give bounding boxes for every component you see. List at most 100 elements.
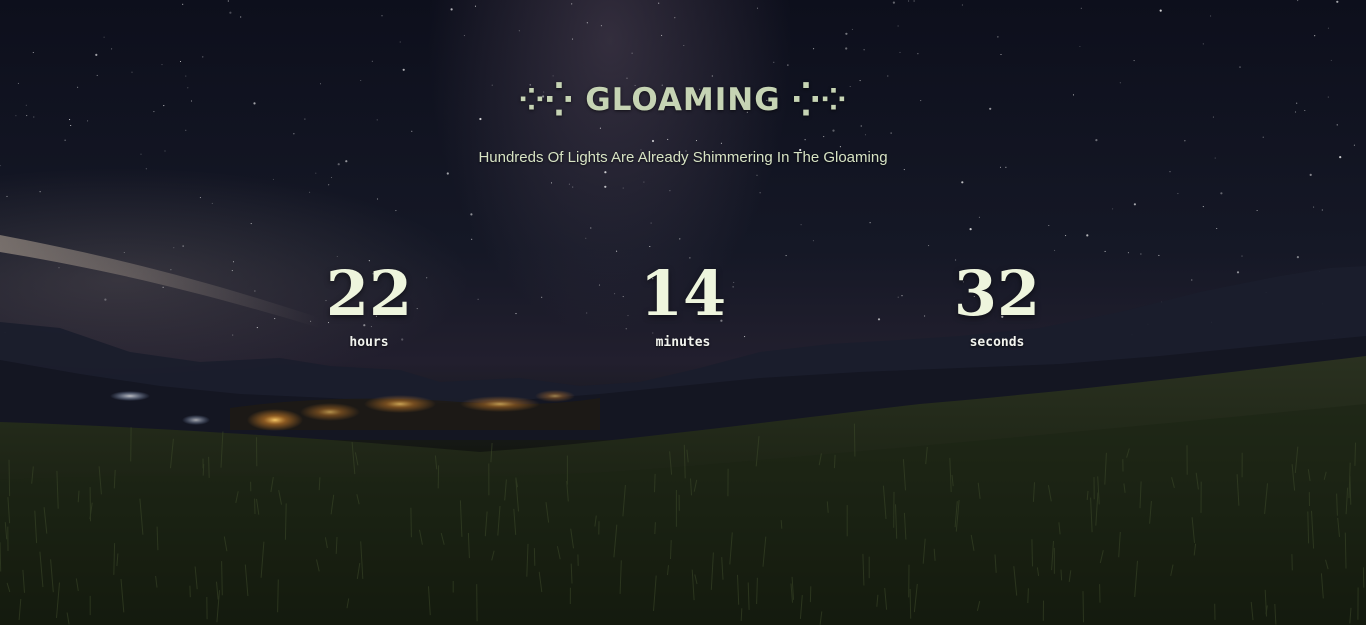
star	[250, 223, 252, 225]
star	[599, 127, 601, 129]
grass-blade	[909, 588, 912, 619]
star	[572, 186, 574, 188]
star	[800, 224, 802, 226]
star	[104, 298, 107, 301]
star	[381, 15, 383, 17]
star	[1048, 224, 1050, 227]
star	[669, 190, 671, 192]
star	[759, 192, 761, 194]
star	[892, 1, 896, 4]
star	[571, 38, 574, 40]
hours-value: 22	[325, 257, 413, 330]
star	[908, 0, 910, 2]
star	[446, 172, 449, 175]
star	[1159, 9, 1162, 12]
star	[1177, 193, 1179, 195]
grass-blade	[740, 608, 743, 621]
star	[1313, 206, 1315, 208]
star	[600, 25, 602, 27]
star	[1239, 66, 1241, 68]
star	[256, 327, 258, 329]
star	[1220, 192, 1223, 195]
town-light	[460, 396, 540, 412]
star	[969, 228, 972, 231]
star	[58, 267, 60, 269]
star	[479, 117, 482, 121]
star	[860, 125, 862, 127]
star	[182, 3, 184, 5]
star	[839, 146, 841, 148]
star	[69, 119, 71, 121]
star	[1336, 0, 1339, 3]
star	[674, 17, 676, 19]
grass-blade	[1082, 591, 1084, 623]
star	[961, 4, 963, 6]
night-sky-background: ⁘⁛ GLOAMING ⁛⁘ Hundreds Of Lights Are Al…	[0, 0, 1366, 625]
grass-blade	[833, 454, 836, 469]
star	[1095, 139, 1098, 142]
star	[631, 52, 633, 54]
town-light	[247, 409, 303, 431]
town-light	[300, 403, 360, 421]
star	[470, 213, 473, 216]
star	[679, 238, 681, 240]
star	[309, 191, 311, 193]
star	[1104, 250, 1106, 252]
star	[864, 134, 867, 136]
seconds-label: seconds	[969, 335, 1025, 350]
star	[541, 296, 543, 298]
star	[202, 56, 204, 58]
minutes-value: 14	[639, 257, 727, 330]
star	[1330, 59, 1332, 61]
star	[240, 16, 242, 18]
star	[231, 270, 233, 272]
star	[170, 269, 172, 271]
star	[1080, 7, 1082, 9]
page-title: ⁘⁛ GLOAMING ⁛⁘	[518, 82, 848, 118]
star	[756, 174, 758, 176]
star	[474, 5, 477, 7]
town-light	[364, 395, 436, 413]
star	[845, 47, 848, 50]
grass-blade	[1344, 532, 1347, 569]
star	[1191, 279, 1193, 281]
star	[211, 202, 213, 204]
grass-blade	[780, 520, 783, 529]
town-light	[182, 415, 210, 425]
star	[515, 313, 517, 315]
star	[711, 75, 713, 77]
star	[123, 251, 125, 254]
star	[823, 136, 825, 138]
star	[6, 195, 8, 197]
star	[399, 41, 401, 43]
star	[1079, 45, 1081, 48]
star	[328, 184, 330, 186]
grass-blade	[1027, 588, 1029, 604]
star	[1353, 144, 1355, 146]
star	[859, 80, 861, 82]
countdown-seconds: 32 seconds	[897, 258, 1097, 351]
grass-blade	[221, 561, 223, 596]
grass-blade	[8, 459, 11, 497]
star	[179, 60, 182, 63]
star	[804, 139, 806, 141]
star	[661, 34, 663, 36]
star	[1321, 209, 1323, 211]
star	[304, 118, 306, 120]
star	[227, 0, 229, 2]
star	[897, 25, 899, 27]
star	[1336, 124, 1338, 126]
star	[254, 290, 256, 292]
star	[643, 181, 645, 183]
star	[1133, 203, 1136, 206]
star	[371, 60, 373, 62]
star	[360, 79, 362, 82]
star	[978, 216, 980, 218]
star	[1236, 271, 1240, 274]
star	[550, 182, 553, 184]
star	[568, 183, 570, 185]
star	[1184, 140, 1186, 142]
star	[87, 120, 89, 122]
grass-blade	[1060, 569, 1063, 581]
star	[96, 74, 98, 76]
